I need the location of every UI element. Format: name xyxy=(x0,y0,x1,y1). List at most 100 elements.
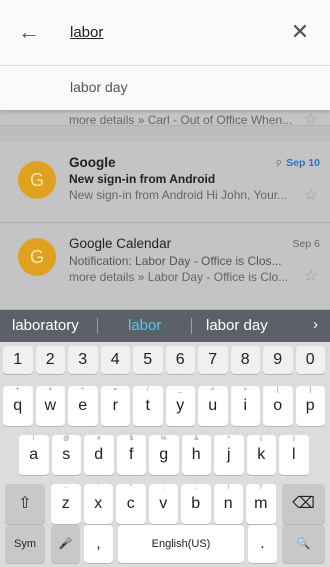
key-s[interactable]: @ s xyxy=(51,435,81,475)
key-hint: ] xyxy=(309,387,312,393)
comma-key[interactable]: , xyxy=(84,525,113,563)
key-c[interactable]: " c xyxy=(116,484,146,524)
key-label: . xyxy=(260,535,265,552)
key-g[interactable]: % g xyxy=(149,435,179,475)
key-hint: [ xyxy=(276,387,279,393)
key-u[interactable]: < u xyxy=(198,386,228,426)
key-label: , xyxy=(96,535,101,552)
space-key[interactable]: English(US) xyxy=(118,525,244,563)
key-q[interactable]: + q xyxy=(3,386,33,426)
key-label: 8 xyxy=(240,351,250,368)
star-outline-icon[interactable]: ☆ xyxy=(304,266,318,286)
key-j[interactable]: * j xyxy=(214,435,244,475)
close-icon[interactable]: ✕ xyxy=(288,20,312,44)
search-suggestion[interactable]: labor day xyxy=(0,66,330,110)
key-hint: ) xyxy=(292,436,295,442)
key-e[interactable]: ÷ e xyxy=(68,386,98,426)
list-item[interactable]: G Google ⌕ Sep 10 New sign-in from Andro… xyxy=(0,141,330,223)
sym-key[interactable]: Sym xyxy=(5,525,45,563)
microphone-icon[interactable]: 🎤 xyxy=(51,525,80,563)
key-label: 7 xyxy=(208,351,218,368)
key-hint: * xyxy=(227,436,230,442)
list-item[interactable]: G Google Calendar Sep 6 Notification: La… xyxy=(0,224,330,310)
key-5[interactable]: 5 xyxy=(133,346,163,374)
key-f[interactable]: $ f xyxy=(116,435,146,475)
key-t[interactable]: / t xyxy=(133,386,163,426)
key-hint: ' xyxy=(97,485,99,491)
key-k[interactable]: (k xyxy=(246,435,276,475)
key-6[interactable]: 6 xyxy=(165,346,195,374)
key-hint: ÷ xyxy=(81,387,85,393)
key-a[interactable]: ! a xyxy=(19,435,49,475)
key-4[interactable]: 4 xyxy=(100,346,130,374)
mail-subject: New sign-in from Android xyxy=(69,172,216,186)
search-key-icon[interactable]: 🔍 xyxy=(282,525,325,563)
key-p[interactable]: ] p xyxy=(295,386,325,426)
key-z[interactable]: -z xyxy=(51,484,81,524)
star-outline-icon[interactable]: ☆ xyxy=(304,109,318,129)
key-d[interactable]: # d xyxy=(84,435,114,475)
mail-snippet: more details » Labor Day - Office is Clo… xyxy=(69,270,289,284)
key-hint: = xyxy=(113,387,117,393)
key-0[interactable]: 0 xyxy=(295,346,325,374)
key-label: Sym xyxy=(14,538,36,550)
key-label: 6 xyxy=(175,351,185,368)
key-o[interactable]: [o xyxy=(263,386,293,426)
keyboard: 1 2 3 4 5 6 7 8 9 0 + q × w ÷ e = r / t _ y < u > i[o] p ! a @ s # d $ f% g… xyxy=(0,342,330,567)
key-hint: _ xyxy=(178,387,182,393)
key-label: ⇧ xyxy=(18,495,32,512)
mail-sender: Google Calendar xyxy=(69,236,172,251)
arrow-left-icon[interactable]: ← xyxy=(18,20,42,44)
key-v[interactable]: :v xyxy=(148,484,178,524)
key-hint: $ xyxy=(129,436,133,442)
star-outline-icon[interactable]: ☆ xyxy=(304,185,318,205)
prediction-left[interactable]: laboratory xyxy=(12,317,79,334)
mail-sender: Google xyxy=(69,155,116,170)
key-b[interactable]: ; b xyxy=(181,484,211,524)
key-r[interactable]: = r xyxy=(100,386,130,426)
key-8[interactable]: 8 xyxy=(230,346,260,374)
key-hint: < xyxy=(210,387,215,393)
avatar: G xyxy=(18,161,56,199)
mail-date: Sep 6 xyxy=(292,238,320,250)
key-label: 🔍 xyxy=(296,538,311,550)
key-hint: : xyxy=(162,485,165,491)
key-m[interactable]: ? m xyxy=(246,484,276,524)
mail-snippet: New sign-in from Android Hi John, Your..… xyxy=(69,188,288,202)
key-hint: # xyxy=(97,436,101,442)
mail-date: Sep 10 xyxy=(286,157,320,169)
key-n[interactable]: ! n xyxy=(213,484,243,524)
key-3[interactable]: 3 xyxy=(68,346,98,374)
key-h[interactable]: & h xyxy=(181,435,211,475)
key-hint: ( xyxy=(260,436,263,442)
key-label: 0 xyxy=(305,351,315,368)
key-i[interactable]: > i xyxy=(230,386,260,426)
key-7[interactable]: 7 xyxy=(198,346,228,374)
key-hint: & xyxy=(194,436,199,442)
key-9[interactable]: 9 xyxy=(263,346,293,374)
key-1[interactable]: 1 xyxy=(3,346,33,374)
key-hint: / xyxy=(146,387,149,393)
key-label: 3 xyxy=(78,351,88,368)
search-input[interactable]: labor xyxy=(70,24,103,41)
divider xyxy=(97,318,98,334)
key-label: 2 xyxy=(45,351,55,368)
key-hint: ; xyxy=(194,485,197,491)
mail-subject: Notification: Labor Day - Office is Clos… xyxy=(69,254,282,268)
chevron-right-icon[interactable]: › xyxy=(313,316,318,333)
shift-key[interactable]: ⇧ xyxy=(5,484,45,524)
key-2[interactable]: 2 xyxy=(35,346,65,374)
period-key[interactable]: . xyxy=(248,525,277,563)
search-bar: ← labor ✕ xyxy=(0,0,330,66)
suggestion-label: labor day xyxy=(70,79,128,95)
key-y[interactable]: _ y xyxy=(165,386,195,426)
key-hint: ? xyxy=(259,485,263,491)
prediction-bar: laboratory labor labor day › xyxy=(0,310,330,342)
backspace-key[interactable]: ⌫ xyxy=(282,484,325,524)
key-l[interactable]: ) l xyxy=(279,435,309,475)
key-w[interactable]: × w xyxy=(35,386,65,426)
prediction-right[interactable]: labor day xyxy=(206,317,268,334)
key-hint: @ xyxy=(63,436,70,442)
key-x[interactable]: ' x xyxy=(83,484,113,524)
prediction-center[interactable]: labor xyxy=(128,317,161,334)
